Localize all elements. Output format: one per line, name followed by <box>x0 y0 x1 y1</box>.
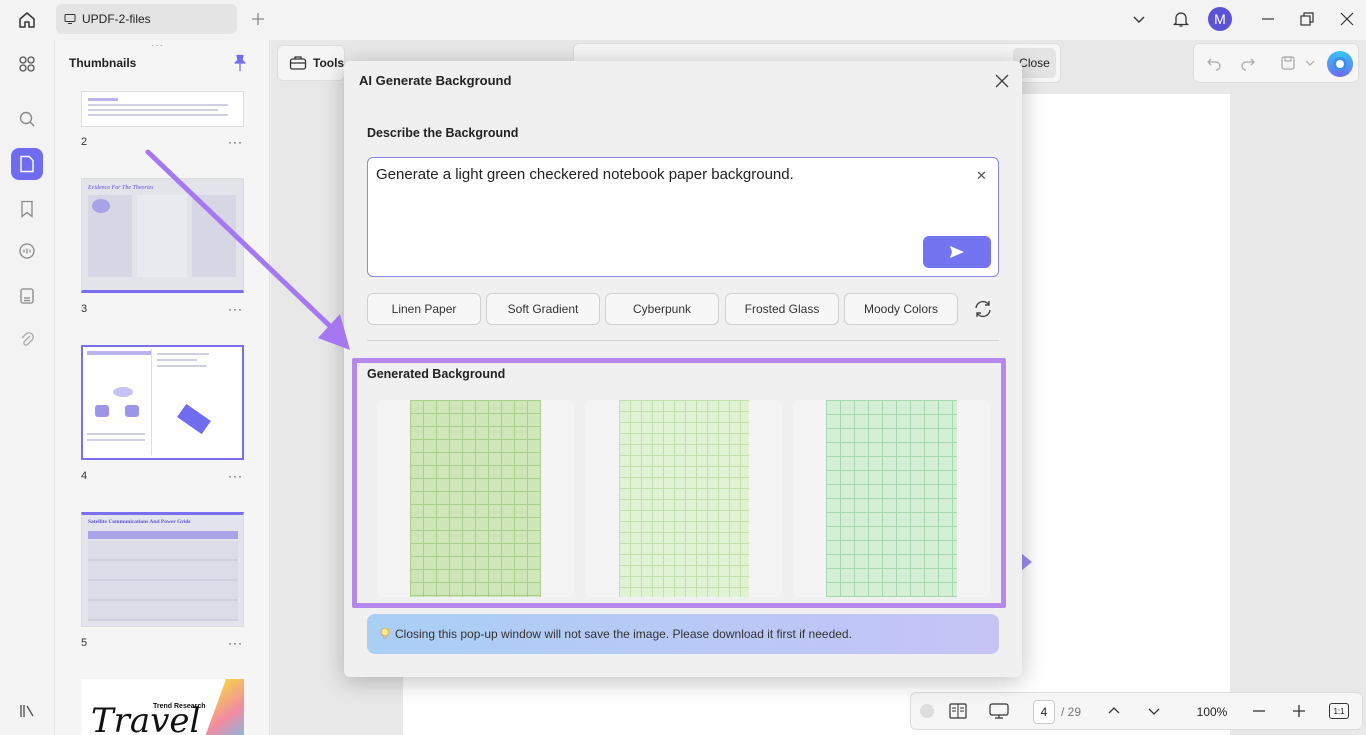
thumbnail-page-6[interactable]: Trend Research Travel <box>81 679 244 735</box>
next-page-icon[interactable] <box>1147 704 1161 718</box>
page-number: 5 <box>81 637 88 649</box>
page-navigation-bar: 4 / 29 100% 1:1 <box>910 692 1363 730</box>
home-icon[interactable] <box>16 9 38 31</box>
title-bar: UPDF-2-files M <box>0 0 1366 40</box>
thumbnails-panel: ··· Thumbnails 2 ··· Evidence For The Th… <box>54 40 270 735</box>
actual-size-button[interactable]: 1:1 <box>1329 703 1349 719</box>
grid-paper-image <box>826 400 957 597</box>
suggestion-chip[interactable]: Frosted Glass <box>725 293 839 325</box>
notice-text: Closing this pop-up window will not save… <box>395 627 852 641</box>
ai-generate-background-dialog: AI Generate Background Describe the Back… <box>344 61 1022 677</box>
restore-icon[interactable] <box>1298 10 1316 28</box>
send-button[interactable] <box>923 236 991 268</box>
plus-icon[interactable] <box>249 10 267 28</box>
page-number: 2 <box>81 136 88 148</box>
thumbnail-page-5[interactable]: Satellite Communications And Power Grids <box>81 512 244 627</box>
page-nav-arrow-icon[interactable] <box>1021 553 1032 571</box>
total-pages: / 29 <box>1061 705 1082 719</box>
notice-banner: Closing this pop-up window will not save… <box>367 614 999 654</box>
page-more-menu[interactable]: ··· <box>228 135 243 149</box>
grid-paper-image <box>619 400 749 597</box>
page-more-menu[interactable]: ··· <box>228 302 243 316</box>
close-icon[interactable] <box>992 71 1012 91</box>
edit-toolbar <box>1193 43 1359 83</box>
thumbnail-page-3[interactable]: Evidence For The Theories <box>81 178 244 293</box>
presentation-icon[interactable] <box>989 703 1009 719</box>
document-tab[interactable]: UPDF-2-files <box>56 4 237 34</box>
thumbnail-heading: Evidence For The Theories <box>88 185 154 191</box>
redo-icon[interactable] <box>1240 55 1256 71</box>
monitor-icon <box>64 13 76 25</box>
send-icon <box>949 245 965 259</box>
zoom-level[interactable]: 100% <box>1187 701 1237 723</box>
generated-image-2[interactable] <box>585 400 782 597</box>
chevron-down-icon[interactable] <box>1305 58 1315 68</box>
suggestion-chip[interactable]: Linen Paper <box>367 293 481 325</box>
tools-button[interactable]: Tools <box>277 45 345 81</box>
page-number-input[interactable]: 4 <box>1033 700 1055 724</box>
generated-image-3[interactable] <box>793 400 990 597</box>
thumbnail-title: Travel <box>91 701 201 735</box>
prompt-text[interactable]: Generate a light green checkered noteboo… <box>376 166 956 183</box>
chevron-down-icon[interactable] <box>1131 11 1147 27</box>
paperclip-icon[interactable] <box>11 324 43 356</box>
thumbnail-page-2[interactable] <box>81 91 244 127</box>
zoom-out-icon[interactable] <box>1252 704 1266 718</box>
page-more-menu[interactable]: ··· <box>228 469 243 483</box>
undo-icon[interactable] <box>1206 55 1222 71</box>
suggestion-chip[interactable]: Soft Gradient <box>486 293 600 325</box>
close-icon[interactable] <box>1338 10 1356 28</box>
dialog-title: AI Generate Background <box>359 73 512 88</box>
lightbulb-icon <box>379 627 391 641</box>
left-rail <box>0 40 54 735</box>
grid-paper-image <box>410 400 541 597</box>
thumbnails-title: Thumbnails <box>69 56 137 70</box>
page-number: 3 <box>81 303 88 315</box>
suggestion-chip[interactable]: Cyberpunk <box>605 293 719 325</box>
thumbnail-heading: Satellite Communications And Power Grids <box>88 519 191 525</box>
tools-label: Tools <box>313 56 345 70</box>
previous-page-icon[interactable] <box>1107 704 1121 718</box>
zoom-in-icon[interactable] <box>1292 704 1306 718</box>
minimize-icon[interactable] <box>1259 10 1277 28</box>
ai-assistant-icon[interactable] <box>1327 51 1353 77</box>
page-number: 4 <box>81 470 88 482</box>
pin-icon[interactable] <box>232 54 248 72</box>
generated-image-1[interactable] <box>377 400 574 597</box>
document-tab-label: UPDF-2-files <box>82 12 151 26</box>
clear-icon[interactable]: ✕ <box>976 168 987 184</box>
collapse-icon[interactable] <box>920 704 934 718</box>
bell-icon[interactable] <box>1171 9 1191 29</box>
save-icon[interactable] <box>1280 55 1296 71</box>
stamp-icon[interactable] <box>11 280 43 312</box>
describe-label: Describe the Background <box>367 126 519 140</box>
divider <box>367 340 999 341</box>
thumbnail-page-4[interactable] <box>81 345 244 460</box>
toolbox-icon <box>289 55 307 71</box>
page-layout-icon[interactable] <box>949 703 967 719</box>
page-icon[interactable] <box>11 148 43 180</box>
drag-handle[interactable]: ··· <box>151 40 164 51</box>
search-icon[interactable] <box>11 103 43 135</box>
layers-icon[interactable] <box>11 695 43 727</box>
grid-icon[interactable] <box>11 48 43 80</box>
refresh-icon[interactable] <box>973 299 993 319</box>
comment-icon[interactable] <box>11 235 43 267</box>
suggestion-chip[interactable]: Moody Colors <box>844 293 958 325</box>
generated-label: Generated Background <box>367 367 506 381</box>
page-more-menu[interactable]: ··· <box>228 636 243 650</box>
prompt-input[interactable]: Generate a light green checkered noteboo… <box>367 157 999 277</box>
bookmark-icon[interactable] <box>11 193 43 225</box>
avatar[interactable]: M <box>1208 7 1232 31</box>
